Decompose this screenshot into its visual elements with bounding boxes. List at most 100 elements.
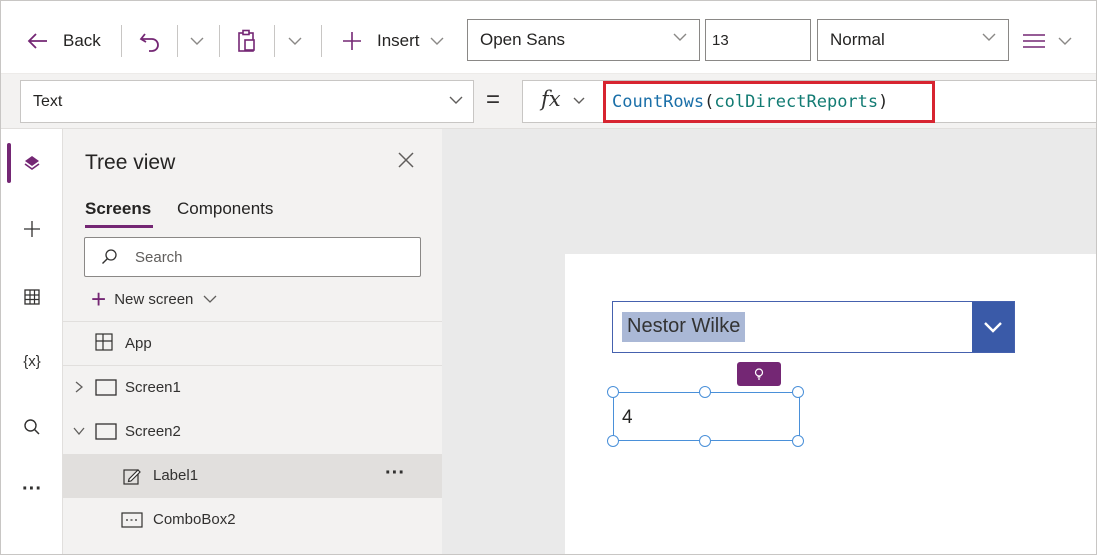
undo-button[interactable] xyxy=(139,21,161,61)
formula-argument: colDirectReports xyxy=(714,92,879,112)
tree-node-app[interactable]: App xyxy=(63,322,442,366)
tree-view-title: Tree view xyxy=(85,151,176,174)
font-weight-value: Normal xyxy=(830,30,885,49)
font-size-value: 13 xyxy=(712,31,729,49)
tree-node-screen1[interactable]: Screen1 xyxy=(63,366,442,410)
left-rail: {x} ··· xyxy=(1,129,63,554)
tree-node-label: Label1 xyxy=(153,467,199,484)
resize-handle[interactable] xyxy=(607,386,619,398)
tree-node-label: ComboBox2 xyxy=(153,511,236,528)
combobox-control[interactable]: Nestor Wilke xyxy=(612,301,1015,353)
resize-handle[interactable] xyxy=(699,435,711,447)
screen-icon xyxy=(95,379,117,396)
variables-icon: {x} xyxy=(23,352,41,370)
divider xyxy=(321,25,322,57)
undo-icon xyxy=(139,33,159,52)
divider xyxy=(177,25,178,57)
label-control[interactable]: 4 xyxy=(613,392,800,441)
app-icon xyxy=(95,333,113,351)
tree-node-combobox2[interactable]: ComboBox2 xyxy=(63,498,442,542)
chevron-down-icon xyxy=(673,33,687,41)
chevron-right-icon xyxy=(75,381,83,393)
paste-button[interactable] xyxy=(237,21,257,61)
combobox-icon xyxy=(121,512,143,528)
search-input[interactable]: Search xyxy=(84,237,421,277)
align-button[interactable] xyxy=(1022,21,1072,61)
rail-tree-view[interactable] xyxy=(1,141,63,185)
layers-icon xyxy=(24,156,40,170)
paste-dropdown[interactable] xyxy=(288,21,302,61)
divider xyxy=(219,25,220,57)
font-value: Open Sans xyxy=(480,30,566,49)
font-dropdown[interactable]: Open Sans xyxy=(467,19,700,61)
chevron-down-icon xyxy=(449,96,463,104)
resize-handle[interactable] xyxy=(792,435,804,447)
plus-icon xyxy=(343,32,361,50)
search-icon xyxy=(24,419,40,435)
combobox-expand-button[interactable] xyxy=(972,302,1014,352)
label-edit-icon xyxy=(123,469,141,485)
chevron-down-icon xyxy=(984,322,1002,333)
chevron-down-icon xyxy=(430,37,444,45)
rail-search[interactable] xyxy=(1,405,63,449)
resize-handle[interactable] xyxy=(792,386,804,398)
rail-insert[interactable] xyxy=(1,207,63,251)
tree-node-label: Screen1 xyxy=(125,379,181,396)
more-icon: ··· xyxy=(22,477,42,500)
chevron-down-icon xyxy=(190,37,204,45)
chevron-down-icon xyxy=(573,97,585,104)
chevron-down-icon xyxy=(1058,37,1072,45)
chevron-down-icon xyxy=(982,33,996,41)
command-bar: Back Insert Open Sans 13 Normal xyxy=(1,1,1096,73)
ideas-button[interactable] xyxy=(737,362,781,386)
more-options-icon[interactable]: ··· xyxy=(385,462,405,485)
chevron-down-icon xyxy=(288,37,302,45)
divider xyxy=(121,25,122,57)
tree-node-label: App xyxy=(125,335,152,352)
arrow-left-icon xyxy=(27,33,47,49)
tab-screens[interactable]: Screens xyxy=(85,199,151,219)
rail-variables[interactable]: {x} xyxy=(1,339,63,383)
property-dropdown[interactable]: Text xyxy=(20,80,474,123)
close-icon[interactable] xyxy=(397,151,415,169)
chevron-down-icon xyxy=(203,295,217,303)
screen-icon xyxy=(95,423,117,440)
function-icon[interactable]: fx xyxy=(541,87,561,111)
resize-handle[interactable] xyxy=(607,435,619,447)
app-window: Back Insert Open Sans 13 Normal Text = f… xyxy=(0,0,1097,555)
back-button[interactable]: Back xyxy=(27,21,101,61)
insert-button[interactable]: Insert xyxy=(342,21,444,61)
new-screen-button[interactable]: + New screen xyxy=(91,284,217,314)
clipboard-icon xyxy=(238,29,255,52)
equals-sign: = xyxy=(486,86,501,113)
tree-node-screen2[interactable]: Screen2 xyxy=(63,410,442,454)
lightbulb-icon xyxy=(754,368,764,380)
new-screen-label: New screen xyxy=(114,290,194,308)
plus-icon xyxy=(24,221,40,237)
formula-paren-open: ( xyxy=(704,92,715,112)
formula-paren-close: ) xyxy=(878,92,889,112)
formula-input[interactable]: CountRows(colDirectReports) xyxy=(603,81,935,123)
plus-icon: + xyxy=(91,284,107,314)
combobox-selected-value: Nestor Wilke xyxy=(622,312,746,342)
tab-selected-indicator xyxy=(85,225,153,228)
tree-node-label1[interactable]: Label1 ··· xyxy=(63,454,442,498)
property-value: Text xyxy=(33,92,63,110)
chevron-down-icon xyxy=(73,427,85,435)
tree-node-label: Screen2 xyxy=(125,423,181,440)
rail-data[interactable] xyxy=(1,275,63,319)
align-icon xyxy=(1023,34,1045,48)
font-size-input[interactable]: 13 xyxy=(705,19,811,61)
tab-components[interactable]: Components xyxy=(177,199,273,219)
tree-view-panel: Tree view Screens Components Search + Ne… xyxy=(63,129,442,554)
formula-function: CountRows xyxy=(612,92,705,112)
undo-dropdown[interactable] xyxy=(190,21,204,61)
insert-label: Insert xyxy=(377,31,420,50)
label-value: 4 xyxy=(622,407,633,428)
rail-more[interactable]: ··· xyxy=(1,467,63,511)
search-placeholder: Search xyxy=(135,249,183,266)
resize-handle[interactable] xyxy=(699,386,711,398)
font-weight-dropdown[interactable]: Normal xyxy=(817,19,1009,61)
table-icon xyxy=(24,289,40,305)
back-label: Back xyxy=(63,31,101,50)
